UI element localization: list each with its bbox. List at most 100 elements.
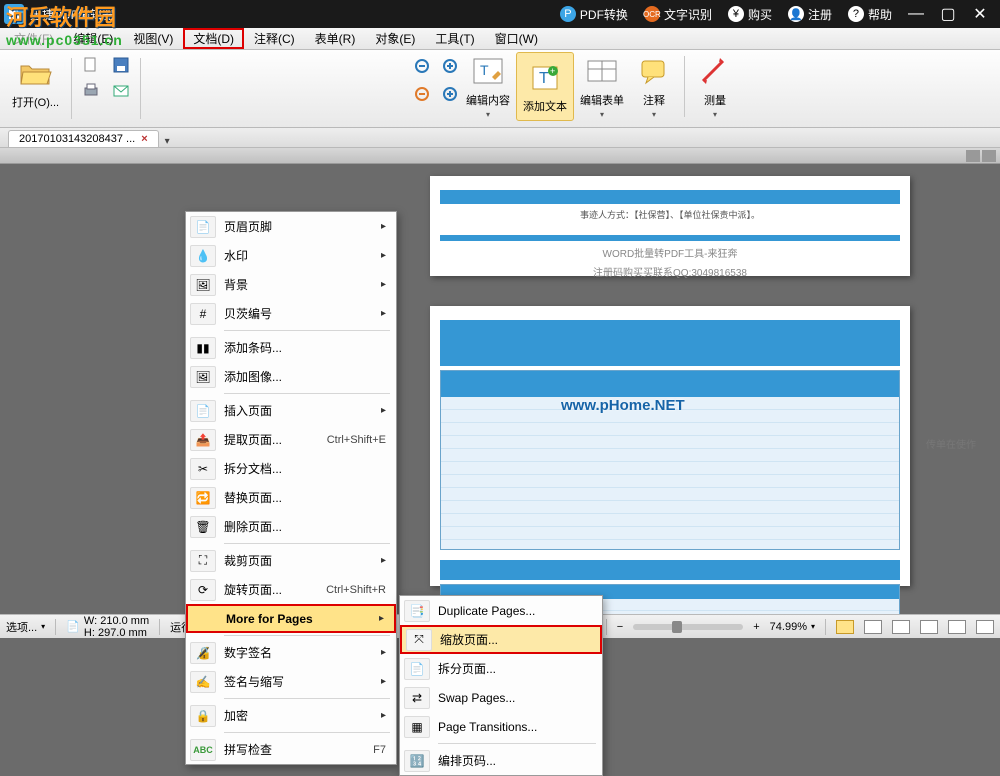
menu-digital-sign[interactable]: 🔏数字签名▸	[186, 638, 396, 667]
menu-file[interactable]: 文件(F)	[4, 28, 63, 49]
buy-button[interactable]: ¥购买	[728, 6, 772, 23]
tab-close-icon[interactable]: ×	[141, 133, 147, 145]
help-button[interactable]: ?帮助	[848, 6, 892, 23]
add-text-icon: T+	[527, 60, 563, 96]
menu-object[interactable]: 对象(E)	[365, 28, 425, 49]
svg-text:T: T	[539, 70, 549, 87]
menu-spell-check[interactable]: ABC拼写检查F7	[186, 735, 396, 764]
menu-crop-pages[interactable]: ⛶裁剪页面▸	[186, 546, 396, 575]
zoom-in-status[interactable]: +	[753, 621, 759, 633]
doc-icon: 📄	[66, 620, 80, 633]
menu-bar: 文件(F) 编辑(E) 视图(V) 文档(D) 注释(C) 表单(R) 对象(E…	[0, 28, 1000, 50]
menu-form[interactable]: 表单(R)	[305, 28, 366, 49]
url-watermark: www.pHome.NET	[561, 397, 685, 414]
view-continuous-button[interactable]	[864, 620, 882, 634]
options-button[interactable]: 选项... ▾	[6, 619, 45, 635]
menu-header-footer[interactable]: 📄页眉页脚▸	[186, 212, 396, 241]
ocr-button[interactable]: OCR文字识别	[644, 6, 712, 23]
save-button[interactable]	[108, 54, 134, 76]
rotate-icon: ⟳	[190, 579, 216, 601]
nav-prev-button[interactable]	[966, 150, 980, 162]
submenu-scale-pages[interactable]: ⤧缩放页面...	[400, 625, 602, 654]
view-book-cont-button[interactable]	[976, 620, 994, 634]
toolbar: 打开(O)... T 编辑内容▾ T+ 添加文本 编辑表单▾ 注释▾	[0, 50, 1000, 128]
menu-split-doc[interactable]: ✂拆分文档...	[186, 454, 396, 483]
crop-icon: ⛶	[190, 550, 216, 572]
menu-insert-pages[interactable]: 📄插入页面▸	[186, 396, 396, 425]
edit-content-button[interactable]: T 编辑内容▾	[460, 52, 516, 121]
maximize-button[interactable]: ▢	[932, 4, 964, 24]
email-button[interactable]	[108, 80, 134, 102]
minimize-button[interactable]: —	[900, 5, 932, 23]
close-button[interactable]: ✕	[964, 4, 996, 24]
submenu-duplicate[interactable]: 📑Duplicate Pages...	[400, 596, 602, 625]
edit-form-button[interactable]: 编辑表单▾	[574, 52, 630, 121]
menu-add-barcode[interactable]: ▮▮添加条码...	[186, 333, 396, 362]
menu-window[interactable]: 窗口(W)	[485, 28, 548, 49]
menu-comment[interactable]: 注释(C)	[244, 28, 305, 49]
submenu-swap-pages[interactable]: ⇄Swap Pages...	[400, 683, 602, 712]
view-book-button[interactable]	[948, 620, 966, 634]
submenu-transitions[interactable]: ▦Page Transitions...	[400, 712, 602, 741]
menu-more-for-pages[interactable]: More for Pages▸	[186, 604, 396, 633]
menu-watermark[interactable]: 💧水印▸	[186, 241, 396, 270]
transition-icon: ▦	[404, 716, 430, 738]
zoom-out-status[interactable]: −	[617, 621, 623, 633]
annotate-button[interactable]: 注释▾	[630, 52, 678, 121]
new-doc-button[interactable]	[78, 54, 104, 76]
menu-encrypt[interactable]: 🔒加密▸	[186, 701, 396, 730]
menu-document[interactable]: 文档(D)	[183, 28, 244, 49]
work-area: 事迹人方式：【社保营】、【单位社保责中派】。 WORD批量转PDF工具-来狂奔 …	[0, 148, 1000, 598]
measure-button[interactable]: 测量▾	[691, 52, 739, 121]
more-for-pages-submenu: 📑Duplicate Pages... ⤧缩放页面... 📄拆分页面... ⇄S…	[399, 595, 603, 776]
open-label: 打开(O)...	[12, 94, 59, 110]
zoom-percent[interactable]: 74.99% ▾	[770, 621, 815, 633]
menu-add-image[interactable]: 🖼添加图像...	[186, 362, 396, 391]
document-tab[interactable]: 20170103143208437 ... ×	[8, 130, 159, 147]
menu-bates[interactable]: #贝茨编号▸	[186, 299, 396, 328]
submenu-split-pages[interactable]: 📄拆分页面...	[400, 654, 602, 683]
submenu-number-pages[interactable]: 🔢编排页码...	[400, 746, 602, 775]
quick-tools	[78, 54, 134, 104]
insert-page-icon: 📄	[190, 400, 216, 422]
lock-icon: 🔒	[190, 705, 216, 727]
pdf-convert-button[interactable]: PPDF转换	[560, 6, 628, 23]
tab-overflow-button[interactable]: ▾	[165, 136, 170, 147]
menu-background[interactable]: 🖼背景▸	[186, 270, 396, 299]
print-button[interactable]	[78, 80, 104, 102]
app-icon	[4, 4, 24, 24]
register-button[interactable]: 👤注册	[788, 6, 832, 23]
menu-extract-pages[interactable]: 📤提取页面...Ctrl+Shift+E	[186, 425, 396, 454]
spellcheck-icon: ABC	[190, 739, 216, 761]
menu-sign-initials[interactable]: ✍签名与缩写▸	[186, 667, 396, 696]
header-footer-icon: 📄	[190, 216, 216, 238]
menu-edit[interactable]: 编辑(E)	[63, 28, 123, 49]
page-1-thumb[interactable]: 事迹人方式：【社保营】、【单位社保责中派】。 WORD批量转PDF工具-来狂奔 …	[430, 176, 910, 276]
view-facing-button[interactable]	[892, 620, 910, 634]
number-icon: 🔢	[404, 750, 430, 772]
menu-view[interactable]: 视图(V)	[123, 28, 183, 49]
measure-icon	[697, 54, 733, 90]
view-single-button[interactable]	[836, 620, 854, 634]
menu-rotate-pages[interactable]: ⟳旋转页面...Ctrl+Shift+R	[186, 575, 396, 604]
scale-icon: ⤧	[406, 629, 432, 651]
view-facing-cont-button[interactable]	[920, 620, 938, 634]
zoom-out-button[interactable]	[410, 56, 436, 78]
open-button[interactable]: 打开(O)...	[6, 54, 65, 112]
page-2-thumb[interactable]: www.pHome.NET 传单在使作	[430, 306, 910, 586]
image-icon: 🖼	[190, 366, 216, 388]
split-doc-icon: ✂	[190, 458, 216, 480]
menu-tools[interactable]: 工具(T)	[425, 28, 484, 49]
add-text-button[interactable]: T+ 添加文本	[516, 52, 574, 121]
menu-replace-pages[interactable]: 🔁替换页面...	[186, 483, 396, 512]
zoom-fit-button[interactable]	[410, 84, 436, 106]
canvas-top-bar	[0, 148, 1000, 164]
document-menu: 📄页眉页脚▸ 💧水印▸ 🖼背景▸ #贝茨编号▸ ▮▮添加条码... 🖼添加图像.…	[185, 211, 397, 765]
svg-text:+: +	[550, 66, 555, 76]
nav-next-button[interactable]	[982, 150, 996, 162]
menu-delete-pages[interactable]: 🗑删除页面...	[186, 512, 396, 541]
folder-open-icon	[18, 56, 54, 92]
zoom-slider[interactable]	[633, 624, 743, 630]
edit-content-icon: T	[470, 54, 506, 90]
svg-text:T: T	[480, 62, 489, 78]
